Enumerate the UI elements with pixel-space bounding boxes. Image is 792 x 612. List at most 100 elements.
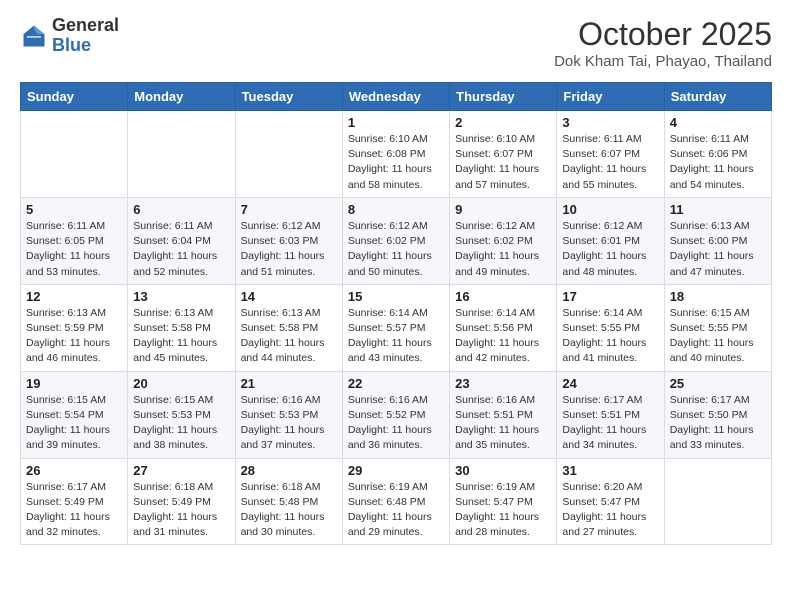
- calendar-cell: 26Sunrise: 6:17 AMSunset: 5:49 PMDayligh…: [21, 458, 128, 545]
- day-number: 8: [348, 202, 444, 217]
- logo-text: General Blue: [52, 16, 119, 56]
- day-number: 30: [455, 463, 551, 478]
- day-number: 2: [455, 115, 551, 130]
- day-number: 16: [455, 289, 551, 304]
- calendar-cell: 4 Sunrise: 6:11 AMSunset: 6:06 PMDaylight…: [664, 111, 771, 198]
- weekday-header-wednesday: Wednesday: [342, 83, 449, 111]
- calendar-cell: 16Sunrise: 6:14 AMSunset: 5:56 PMDayligh…: [450, 284, 557, 371]
- day-info: Sunrise: 6:19 AMSunset: 5:47 PMDaylight:…: [455, 480, 551, 541]
- day-info: Sunrise: 6:17 AMSunset: 5:51 PMDaylight:…: [562, 393, 658, 454]
- week-row-5: 26Sunrise: 6:17 AMSunset: 5:49 PMDayligh…: [21, 458, 772, 545]
- calendar-cell: 30 Sunrise: 6:19 AMSunset: 5:47 PMDayligh…: [450, 458, 557, 545]
- day-info: Sunrise: 6:18 AMSunset: 5:48 PMDaylight:…: [241, 480, 337, 541]
- calendar-cell: 11Sunrise: 6:13 AMSunset: 6:00 PMDayligh…: [664, 197, 771, 284]
- day-number: 27: [133, 463, 229, 478]
- calendar-cell: 29 Sunrise: 6:19 AMSunset: 6:48 PMDayligh…: [342, 458, 449, 545]
- month-title: October 2025: [554, 16, 772, 53]
- calendar-cell: 12 Sunrise: 6:13 AMSunset: 5:59 PMDayligh…: [21, 284, 128, 371]
- week-row-2: 5 Sunrise: 6:11 AMSunset: 6:05 PMDaylight…: [21, 197, 772, 284]
- day-info: Sunrise: 6:16 AMSunset: 5:53 PMDaylight:…: [241, 393, 337, 454]
- day-info: Sunrise: 6:10 AMSunset: 6:08 PMDaylight:…: [348, 132, 444, 193]
- day-info: Sunrise: 6:19 AMSunset: 6:48 PMDaylight:…: [348, 480, 444, 541]
- day-number: 1: [348, 115, 444, 130]
- day-info: Sunrise: 6:15 AMSunset: 5:55 PMDaylight:…: [670, 306, 766, 367]
- day-number: 28: [241, 463, 337, 478]
- day-info: Sunrise: 6:16 AMSunset: 5:51 PMDaylight:…: [455, 393, 551, 454]
- calendar-cell: 21 Sunrise: 6:16 AMSunset: 5:53 PMDayligh…: [235, 371, 342, 458]
- day-number: 20: [133, 376, 229, 391]
- day-info: Sunrise: 6:13 AMSunset: 6:00 PMDaylight:…: [670, 219, 766, 280]
- day-number: 12: [26, 289, 122, 304]
- calendar-cell: 10Sunrise: 6:12 AMSunset: 6:01 PMDayligh…: [557, 197, 664, 284]
- weekday-header-friday: Friday: [557, 83, 664, 111]
- day-info: Sunrise: 6:10 AMSunset: 6:07 PMDaylight:…: [455, 132, 551, 193]
- calendar-cell: 6Sunrise: 6:11 AMSunset: 6:04 PMDaylight…: [128, 197, 235, 284]
- day-info: Sunrise: 6:11 AMSunset: 6:07 PMDaylight:…: [562, 132, 658, 193]
- day-number: 25: [670, 376, 766, 391]
- day-number: 4: [670, 115, 766, 130]
- weekday-header-monday: Monday: [128, 83, 235, 111]
- calendar-cell: 8 Sunrise: 6:12 AMSunset: 6:02 PMDaylight…: [342, 197, 449, 284]
- logo-blue: Blue: [52, 35, 91, 55]
- header: General Blue October 2025 Dok Kham Tai, …: [20, 16, 772, 70]
- day-number: 31: [562, 463, 658, 478]
- day-info: Sunrise: 6:11 AMSunset: 6:06 PMDaylight:…: [670, 132, 766, 193]
- calendar-cell: [21, 111, 128, 198]
- weekday-header-tuesday: Tuesday: [235, 83, 342, 111]
- day-info: Sunrise: 6:14 AMSunset: 5:55 PMDaylight:…: [562, 306, 658, 367]
- day-number: 13: [133, 289, 229, 304]
- day-info: Sunrise: 6:16 AMSunset: 5:52 PMDaylight:…: [348, 393, 444, 454]
- calendar-cell: 9Sunrise: 6:12 AMSunset: 6:02 PMDaylight…: [450, 197, 557, 284]
- calendar-cell: 3Sunrise: 6:11 AMSunset: 6:07 PMDaylight…: [557, 111, 664, 198]
- calendar-cell: 28 Sunrise: 6:18 AMSunset: 5:48 PMDayligh…: [235, 458, 342, 545]
- day-number: 7: [241, 202, 337, 217]
- day-number: 18: [670, 289, 766, 304]
- day-info: Sunrise: 6:17 AMSunset: 5:49 PMDaylight:…: [26, 480, 122, 541]
- week-row-1: 1 Sunrise: 6:10 AMSunset: 6:08 PMDaylight…: [21, 111, 772, 198]
- calendar-cell: 19 Sunrise: 6:15 AMSunset: 5:54 PMDayligh…: [21, 371, 128, 458]
- calendar-cell: 5 Sunrise: 6:11 AMSunset: 6:05 PMDaylight…: [21, 197, 128, 284]
- logo: General Blue: [20, 16, 119, 56]
- day-number: 19: [26, 376, 122, 391]
- weekday-header-thursday: Thursday: [450, 83, 557, 111]
- calendar-table: SundayMondayTuesdayWednesdayThursdayFrid…: [20, 82, 772, 545]
- calendar-cell: 27 Sunrise: 6:18 AMSunset: 5:49 PMDayligh…: [128, 458, 235, 545]
- calendar-cell: 18 Sunrise: 6:15 AMSunset: 5:55 PMDayligh…: [664, 284, 771, 371]
- day-info: Sunrise: 6:12 AMSunset: 6:02 PMDaylight:…: [348, 219, 444, 280]
- calendar-cell: 23 Sunrise: 6:16 AMSunset: 5:51 PMDayligh…: [450, 371, 557, 458]
- day-info: Sunrise: 6:12 AMSunset: 6:03 PMDaylight:…: [241, 219, 337, 280]
- calendar-cell: 22 Sunrise: 6:16 AMSunset: 5:52 PMDayligh…: [342, 371, 449, 458]
- day-number: 22: [348, 376, 444, 391]
- calendar-cell: 14Sunrise: 6:13 AMSunset: 5:58 PMDayligh…: [235, 284, 342, 371]
- day-number: 5: [26, 202, 122, 217]
- calendar-cell: 15 Sunrise: 6:14 AMSunset: 5:57 PMDayligh…: [342, 284, 449, 371]
- day-info: Sunrise: 6:12 AMSunset: 6:01 PMDaylight:…: [562, 219, 658, 280]
- calendar-cell: [128, 111, 235, 198]
- week-row-4: 19 Sunrise: 6:15 AMSunset: 5:54 PMDayligh…: [21, 371, 772, 458]
- day-number: 21: [241, 376, 337, 391]
- calendar-cell: 24 Sunrise: 6:17 AMSunset: 5:51 PMDayligh…: [557, 371, 664, 458]
- day-info: Sunrise: 6:14 AMSunset: 5:57 PMDaylight:…: [348, 306, 444, 367]
- calendar-cell: [235, 111, 342, 198]
- day-info: Sunrise: 6:15 AMSunset: 5:54 PMDaylight:…: [26, 393, 122, 454]
- day-number: 24: [562, 376, 658, 391]
- day-number: 29: [348, 463, 444, 478]
- day-number: 15: [348, 289, 444, 304]
- logo-general: General: [52, 15, 119, 35]
- day-number: 14: [241, 289, 337, 304]
- week-row-3: 12 Sunrise: 6:13 AMSunset: 5:59 PMDayligh…: [21, 284, 772, 371]
- day-info: Sunrise: 6:11 AMSunset: 6:05 PMDaylight:…: [26, 219, 122, 280]
- day-number: 23: [455, 376, 551, 391]
- calendar-cell: 25 Sunrise: 6:17 AMSunset: 5:50 PMDayligh…: [664, 371, 771, 458]
- day-info: Sunrise: 6:18 AMSunset: 5:49 PMDaylight:…: [133, 480, 229, 541]
- calendar-cell: 31Sunrise: 6:20 AMSunset: 5:47 PMDayligh…: [557, 458, 664, 545]
- calendar-cell: 13Sunrise: 6:13 AMSunset: 5:58 PMDayligh…: [128, 284, 235, 371]
- day-info: Sunrise: 6:13 AMSunset: 5:59 PMDaylight:…: [26, 306, 122, 367]
- calendar-cell: 17 Sunrise: 6:14 AMSunset: 5:55 PMDayligh…: [557, 284, 664, 371]
- day-info: Sunrise: 6:11 AMSunset: 6:04 PMDaylight:…: [133, 219, 229, 280]
- day-number: 17: [562, 289, 658, 304]
- weekday-header-sunday: Sunday: [21, 83, 128, 111]
- day-info: Sunrise: 6:17 AMSunset: 5:50 PMDaylight:…: [670, 393, 766, 454]
- logo-icon: [20, 22, 48, 50]
- day-number: 9: [455, 202, 551, 217]
